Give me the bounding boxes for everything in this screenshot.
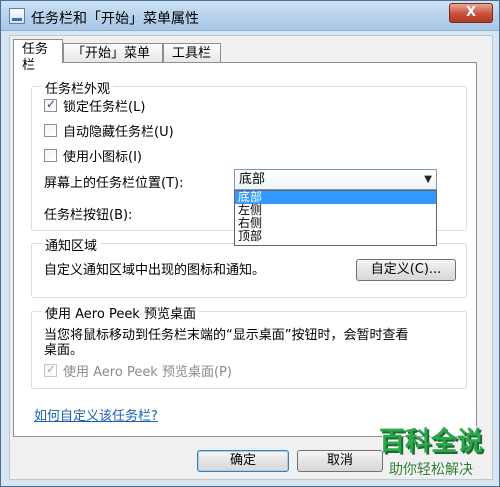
autohide-taskbar-label: 自动隐藏任务栏(U) (63, 125, 174, 140)
dropdown-arrow-icon[interactable]: ▼ (424, 170, 432, 189)
aero-peek-checkbox (44, 362, 57, 377)
dropdown-option-right[interactable]: 右侧 (235, 217, 436, 230)
aero-peek-row: 使用 Aero Peek 预览桌面(P) (44, 361, 232, 380)
taskbar-location-value: 底部 (239, 172, 266, 187)
aero-peek-description-line2: 桌面。 (44, 343, 84, 358)
lock-taskbar-checkbox[interactable] (44, 97, 57, 112)
dropdown-option-bottom[interactable]: 底部 (235, 191, 436, 204)
small-icons-checkbox[interactable] (44, 149, 57, 162)
taskbar-appearance-title: 任务栏外观 (42, 78, 114, 97)
notification-area-title: 通知区域 (42, 235, 101, 254)
close-button[interactable]: X (449, 3, 493, 23)
customize-notification-button[interactable]: 自定义(C)... (356, 259, 456, 281)
taskbar-properties-icon (9, 8, 25, 24)
watermark-subtitle: 助你轻松解决 (389, 462, 473, 478)
taskbar-location-label: 屏幕上的任务栏位置(T): (44, 176, 184, 191)
small-icons-label: 使用小图标(I) (63, 150, 142, 165)
tab-toolbars[interactable]: 工具栏 (163, 43, 221, 63)
autohide-taskbar-row[interactable]: 自动隐藏任务栏(U) (44, 121, 174, 140)
taskbar-properties-window: 任务栏和「开始」菜单属性 X 任务栏 「开始」菜单 工具栏 任务栏外观 锁定任务… (0, 0, 500, 487)
notification-description: 自定义通知区域中出现的图标和通知。 (44, 263, 266, 278)
dropdown-option-left[interactable]: 左侧 (235, 204, 436, 217)
autohide-taskbar-checkbox[interactable] (44, 124, 57, 137)
aero-peek-label: 使用 Aero Peek 预览桌面(P) (63, 365, 232, 380)
small-icons-row[interactable]: 使用小图标(I) (44, 146, 142, 165)
taskbar-buttons-label: 任务栏按钮(B): (44, 208, 133, 223)
dropdown-option-top[interactable]: 顶部 (235, 230, 436, 243)
ok-button[interactable]: 确定 (197, 450, 289, 472)
tab-start-menu[interactable]: 「开始」菜单 (63, 43, 163, 63)
lock-taskbar-label: 锁定任务栏(L) (63, 100, 146, 115)
aero-peek-description-line1: 当您将鼠标移动到任务栏末端的“显示桌面”按钮时，会暂时查看 (44, 328, 409, 343)
taskbar-location-select[interactable]: 底部 ▼ (234, 169, 437, 190)
aero-peek-title: 使用 Aero Peek 预览桌面 (42, 303, 199, 322)
lock-taskbar-row[interactable]: 锁定任务栏(L) (44, 96, 145, 115)
watermark-title: 百科全说 (379, 427, 484, 457)
tab-taskbar[interactable]: 任务栏 (13, 39, 63, 73)
title-bar[interactable]: 任务栏和「开始」菜单属性 X (1, 1, 499, 31)
window-title: 任务栏和「开始」菜单属性 (31, 11, 199, 27)
help-link[interactable]: 如何自定义该任务栏? (34, 405, 158, 424)
cancel-button[interactable]: 取消 (297, 450, 383, 472)
watermark-logo: 百科全说 助你轻松解决 (379, 421, 491, 483)
taskbar-location-dropdown: 底部 左侧 右侧 顶部 (234, 190, 437, 246)
